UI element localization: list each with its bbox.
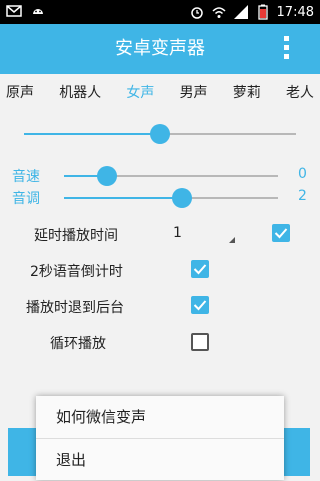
- delay-dropdown[interactable]: 1: [173, 225, 182, 241]
- pitch-slider[interactable]: [64, 188, 278, 208]
- menu-item-exit[interactable]: 退出: [36, 439, 284, 481]
- voice-female[interactable]: 女声: [126, 76, 154, 110]
- overflow-popup-menu: 如何微信变声 退出: [36, 396, 284, 480]
- background-label: 播放时退到后台: [26, 300, 124, 316]
- app-bar: 安卓变声器: [0, 24, 320, 74]
- voice-male[interactable]: 男声: [180, 76, 208, 110]
- signal-icon: [233, 4, 249, 20]
- voice-slider[interactable]: [24, 124, 296, 144]
- voice-robot[interactable]: 机器人: [59, 76, 101, 110]
- pitch-value: 2: [298, 188, 307, 204]
- countdown-label: 2秒语音倒计时: [30, 264, 123, 280]
- android-icon: [30, 3, 46, 19]
- delay-label: 延时播放时间: [34, 228, 118, 244]
- battery-icon: [255, 4, 271, 20]
- menu-item-how-to-wechat[interactable]: 如何微信变声: [36, 396, 284, 438]
- pitch-label: 音调: [12, 191, 40, 207]
- status-time: 17:48: [276, 4, 314, 20]
- loop-label: 循环播放: [50, 336, 106, 352]
- countdown-checkbox[interactable]: [191, 260, 209, 278]
- alarm-icon: [189, 4, 205, 20]
- app-title: 安卓变声器: [115, 38, 205, 59]
- voice-selector: 原声 机器人 女声 男声 萝莉 老人: [0, 76, 320, 110]
- dropdown-arrow-icon[interactable]: [229, 237, 235, 243]
- status-bar: 17:48: [0, 0, 320, 24]
- voice-original[interactable]: 原声: [6, 76, 34, 110]
- voice-loli[interactable]: 萝莉: [233, 76, 261, 110]
- speed-value: 0: [298, 166, 307, 182]
- delay-checkbox[interactable]: [272, 224, 290, 242]
- background-checkbox[interactable]: [191, 296, 209, 314]
- loop-checkbox[interactable]: [191, 333, 209, 351]
- speed-slider-thumb[interactable]: [96, 166, 117, 186]
- pitch-slider-thumb[interactable]: [171, 188, 192, 208]
- voice-elder[interactable]: 老人: [286, 76, 314, 110]
- speed-slider[interactable]: [64, 166, 278, 186]
- voice-slider-thumb[interactable]: [150, 124, 170, 144]
- email-icon: [6, 3, 22, 19]
- speed-label: 音速: [12, 169, 40, 185]
- overflow-menu-icon[interactable]: [284, 36, 292, 62]
- wifi-icon: [211, 4, 227, 20]
